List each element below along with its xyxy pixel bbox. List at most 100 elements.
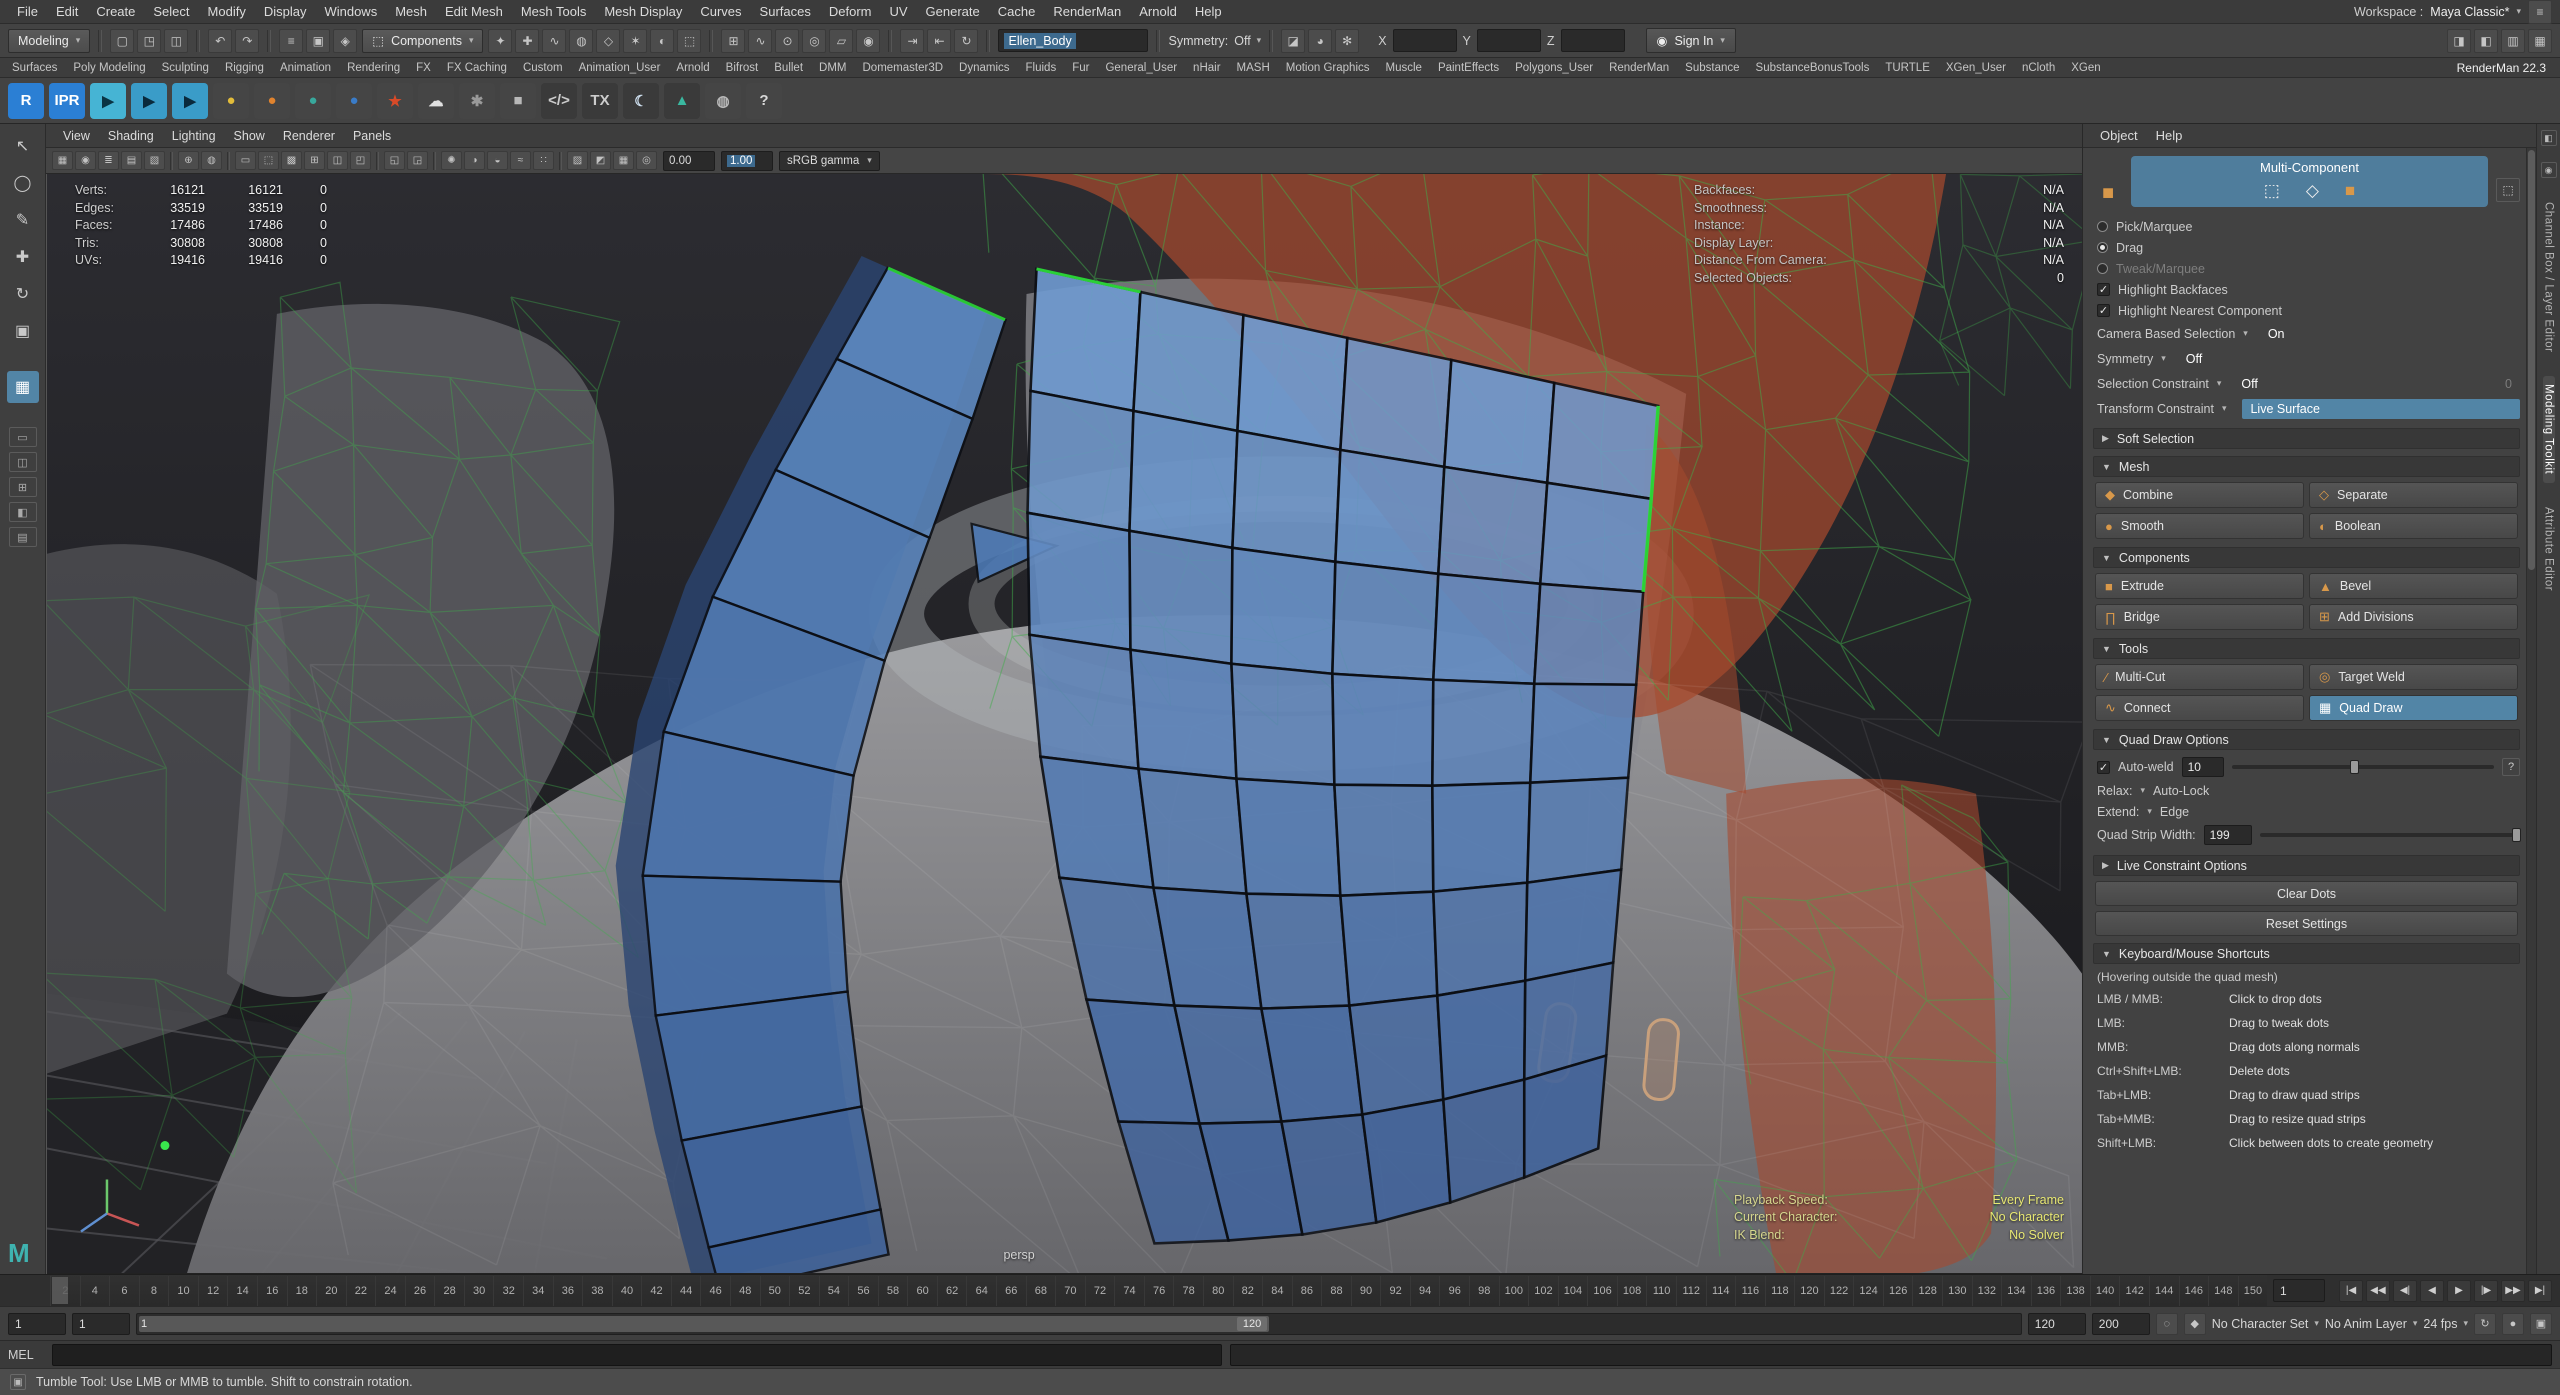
snap-projected-center-icon[interactable]: ◎: [802, 29, 826, 53]
make-live-icon[interactable]: ◉: [856, 29, 880, 53]
snap-point-icon[interactable]: ⊙: [775, 29, 799, 53]
selection-constraint-row[interactable]: Selection Constraint ▾ Off 0: [2093, 371, 2520, 396]
frame-110[interactable]: 110: [1646, 1276, 1676, 1306]
shelf-tab-animation-user[interactable]: Animation_User: [571, 62, 669, 74]
frame-30[interactable]: 30: [464, 1276, 494, 1306]
frame-124[interactable]: 124: [1853, 1276, 1883, 1306]
object-name-field[interactable]: Ellen_Body: [998, 29, 1148, 52]
toolkit-menu-object[interactable]: Object: [2091, 126, 2147, 145]
playback-range[interactable]: 1 120: [139, 1316, 1269, 1332]
frame-140[interactable]: 140: [2090, 1276, 2120, 1306]
frame-24[interactable]: 24: [375, 1276, 405, 1306]
shelf-tab-mash[interactable]: MASH: [1229, 62, 1278, 74]
add-divisions-button[interactable]: ⊞Add Divisions: [2309, 604, 2518, 630]
mask-joints-icon[interactable]: ✚: [515, 29, 539, 53]
shelf-tab-substance[interactable]: Substance: [1677, 62, 1747, 74]
sphere-yellow-icon[interactable]: ●: [213, 83, 249, 119]
layout-persp-outliner[interactable]: ◧: [9, 502, 37, 522]
frame-56[interactable]: 56: [848, 1276, 878, 1306]
lighting-icon[interactable]: ✺: [441, 151, 462, 170]
renderman-render-icon[interactable]: R: [8, 83, 44, 119]
mask-dynamics-icon[interactable]: ✶: [623, 29, 647, 53]
frame-38[interactable]: 38: [582, 1276, 612, 1306]
toolkit-menu-help[interactable]: Help: [2147, 126, 2192, 145]
play-forward-button[interactable]: ▶: [2447, 1280, 2471, 1302]
auto-weld-checkbox[interactable]: ✓: [2097, 761, 2110, 774]
modeling-toolkit-toggle-icon[interactable]: ▦: [2528, 29, 2552, 53]
frame-134[interactable]: 134: [2001, 1276, 2031, 1306]
frame-108[interactable]: 108: [1617, 1276, 1647, 1306]
frame-72[interactable]: 72: [1085, 1276, 1115, 1306]
menu-mesh[interactable]: Mesh: [386, 2, 436, 21]
playblast-icon[interactable]: ▶: [90, 83, 126, 119]
dock-icon[interactable]: ◧: [2541, 130, 2557, 146]
step-back-key-button[interactable]: ◀◀: [2366, 1280, 2390, 1302]
select-component-icon[interactable]: ◈: [333, 29, 357, 53]
check-row-highlight-backfaces[interactable]: ✓Highlight Backfaces: [2093, 279, 2520, 300]
frame-14[interactable]: 14: [227, 1276, 257, 1306]
frame-58[interactable]: 58: [878, 1276, 908, 1306]
frame-4[interactable]: 4: [80, 1276, 110, 1306]
bookmarks-icon[interactable]: ▤: [121, 151, 142, 170]
shelf-tab-xgen-user[interactable]: XGen_User: [1938, 62, 2014, 74]
mask-rendering-icon[interactable]: ◐: [650, 29, 674, 53]
scrollbar-thumb[interactable]: [2528, 150, 2535, 570]
frame-98[interactable]: 98: [1469, 1276, 1499, 1306]
sign-in-button[interactable]: ◉ Sign In ▾: [1646, 28, 1736, 53]
frame-10[interactable]: 10: [168, 1276, 198, 1306]
shelf-tab-turtle[interactable]: TURTLE: [1877, 62, 1938, 74]
menu-generate[interactable]: Generate: [917, 2, 989, 21]
z-input[interactable]: [1561, 29, 1625, 52]
y-input[interactable]: [1477, 29, 1541, 52]
quad-draw-tool-icon[interactable]: ▦: [7, 371, 39, 403]
radio-pick-marquee[interactable]: [2097, 221, 2108, 232]
frame-92[interactable]: 92: [1380, 1276, 1410, 1306]
construction-history-icon[interactable]: ↻: [954, 29, 978, 53]
quad-strip-width-input[interactable]: 199: [2204, 825, 2252, 845]
extrude-button[interactable]: ■Extrude: [2095, 573, 2304, 599]
frame-32[interactable]: 32: [493, 1276, 523, 1306]
isolate-select-icon[interactable]: ◎: [636, 151, 657, 170]
reset-settings-button[interactable]: Reset Settings: [2095, 911, 2518, 936]
viewport-3d-scene[interactable]: [47, 174, 2082, 1273]
face-mode-icon[interactable]: ◇: [2306, 181, 2319, 201]
go-to-end-button[interactable]: ▶|: [2528, 1280, 2552, 1302]
frame-60[interactable]: 60: [907, 1276, 937, 1306]
menu-mesh-tools[interactable]: Mesh Tools: [512, 2, 596, 21]
sphere-help-icon[interactable]: ◍: [705, 83, 741, 119]
render-settings-icon[interactable]: ✻: [1335, 29, 1359, 53]
textured-icon[interactable]: ▦: [613, 151, 634, 170]
scale-tool-icon[interactable]: ▣: [7, 315, 39, 347]
symmetry-selector[interactable]: Symmetry: Off ▾: [1168, 34, 1261, 48]
shelf-tab-fx[interactable]: FX: [408, 62, 439, 74]
animation-prefs-icon[interactable]: ▣: [2530, 1313, 2552, 1335]
shelf-tab-arnold[interactable]: Arnold: [668, 62, 717, 74]
auto-key-icon[interactable]: ●: [2502, 1313, 2524, 1335]
vertex-mode-icon[interactable]: ⬚: [2264, 181, 2280, 201]
shelf-tab-surfaces[interactable]: Surfaces: [4, 62, 65, 74]
frame-88[interactable]: 88: [1321, 1276, 1351, 1306]
xray-icon[interactable]: ▨: [567, 151, 588, 170]
new-scene-icon[interactable]: ▢: [110, 29, 134, 53]
menu-modify[interactable]: Modify: [199, 2, 255, 21]
menu-set-selector[interactable]: Modeling ▾: [8, 29, 90, 53]
section-mesh[interactable]: ▼Mesh: [2093, 456, 2520, 477]
transform-constraint-value[interactable]: Live Surface: [2242, 399, 2520, 419]
sidebar-tab-modeling-toolkit[interactable]: Modeling Toolkit: [2543, 376, 2555, 482]
radio-row-pick-marquee[interactable]: Pick/Marquee: [2093, 216, 2520, 237]
separate-button[interactable]: ◇Separate: [2309, 482, 2518, 508]
frame-54[interactable]: 54: [819, 1276, 849, 1306]
multi-cut-button[interactable]: ∕Multi-Cut: [2095, 664, 2304, 690]
frame-70[interactable]: 70: [1055, 1276, 1085, 1306]
range-end-handle[interactable]: 120: [1237, 1317, 1267, 1331]
frame-148[interactable]: 148: [2208, 1276, 2238, 1306]
gate-mask-icon[interactable]: ▩: [281, 151, 302, 170]
shelf-tab-domemaster3d[interactable]: Domemaster3D: [855, 62, 952, 74]
select-object-icon[interactable]: ▣: [306, 29, 330, 53]
frame-76[interactable]: 76: [1144, 1276, 1174, 1306]
film-gate-icon[interactable]: ▭: [235, 151, 256, 170]
layout-two-panes[interactable]: ◫: [9, 452, 37, 472]
target-weld-button[interactable]: ◎Target Weld: [2309, 664, 2518, 690]
multi-component-icon[interactable]: ■: [2345, 181, 2355, 201]
frame-26[interactable]: 26: [405, 1276, 435, 1306]
